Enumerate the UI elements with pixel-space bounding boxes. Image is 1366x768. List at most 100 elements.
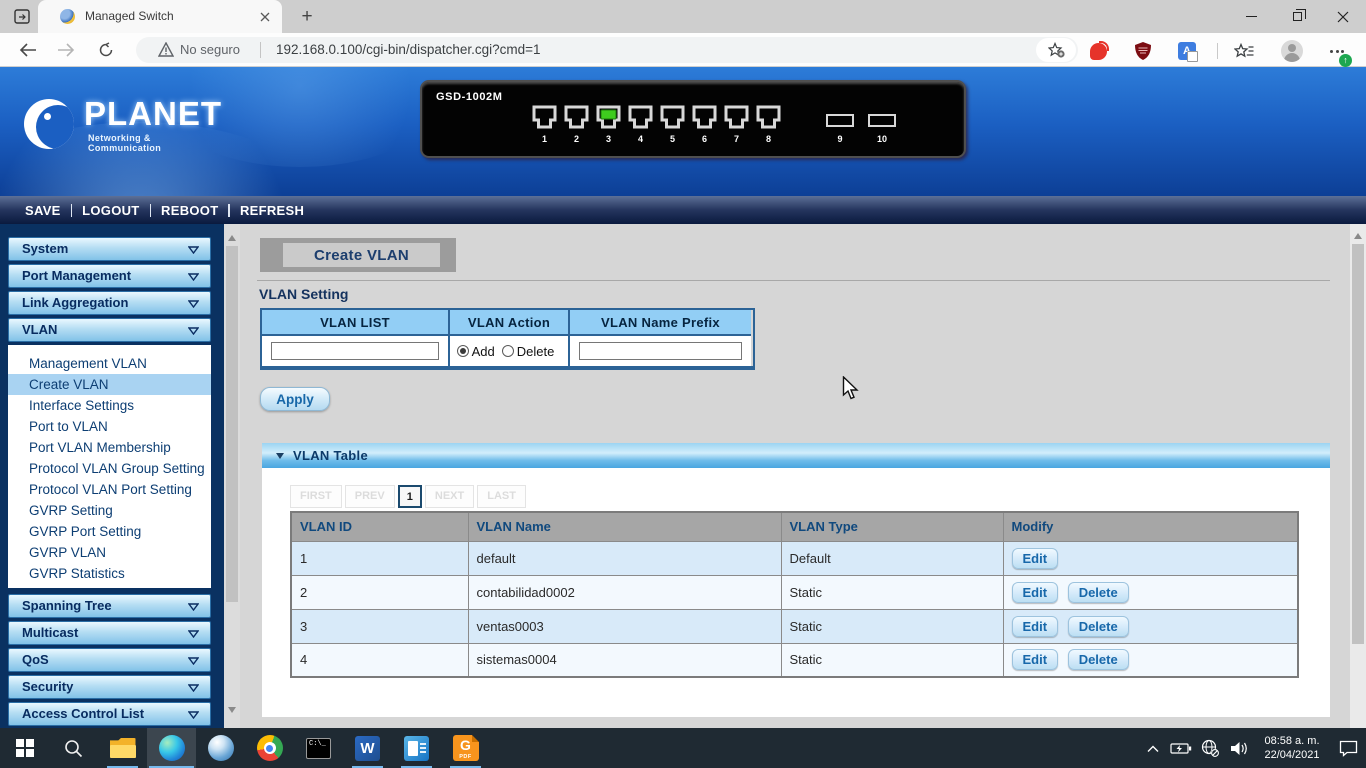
apply-button[interactable]: Apply — [260, 387, 330, 411]
edit-button[interactable]: Edit — [1012, 649, 1059, 670]
forward-button[interactable] — [53, 38, 79, 62]
ublock-extension-icon[interactable] — [1132, 40, 1154, 62]
delete-button[interactable]: Delete — [1068, 616, 1129, 637]
start-button[interactable] — [0, 728, 49, 768]
divider — [150, 204, 152, 217]
radio-delete[interactable] — [502, 345, 514, 357]
scrollbar-thumb[interactable] — [1352, 244, 1364, 644]
battery-status[interactable] — [1167, 728, 1196, 768]
sidebar-item-protocol-vlan-port-setting[interactable]: Protocol VLAN Port Setting — [8, 479, 211, 500]
chevron-down-icon — [188, 246, 199, 254]
sidebar-item-management-vlan[interactable]: Management VLAN — [8, 353, 211, 374]
table-header-row: VLAN ID VLAN Name VLAN Type Modify — [291, 512, 1298, 541]
sidebar-scrollbar[interactable] — [224, 224, 240, 728]
radio-add[interactable] — [457, 345, 469, 357]
sidebar-group-multicast[interactable]: Multicast — [8, 621, 211, 645]
sidebar-item-port-vlan-membership[interactable]: Port VLAN Membership — [8, 437, 211, 458]
delete-button[interactable]: Delete — [1068, 649, 1129, 670]
sidebar-item-interface-settings[interactable]: Interface Settings — [8, 395, 211, 416]
edit-button[interactable]: Edit — [1012, 616, 1059, 637]
network-status[interactable] — [1196, 728, 1225, 768]
translate-extension-icon[interactable]: A — [1176, 40, 1198, 62]
sidebar-item-protocol-vlan-group-setting[interactable]: Protocol VLAN Group Setting — [8, 458, 211, 479]
delete-button[interactable]: Delete — [1068, 582, 1129, 603]
taskbar-file-explorer[interactable] — [98, 728, 147, 768]
col-vlan-type: VLAN Type — [781, 512, 1003, 541]
page-1-button[interactable]: 1 — [398, 485, 422, 508]
col-modify: Modify — [1003, 512, 1298, 541]
taskbar-clock[interactable]: 08:58 a. m. 22/04/2021 — [1254, 734, 1330, 762]
tab-close-icon[interactable] — [257, 9, 273, 25]
sidebar-group-link-aggregation[interactable]: Link Aggregation — [8, 291, 211, 315]
taskbar-chrome[interactable] — [245, 728, 294, 768]
window-restore-button[interactable] — [1274, 0, 1320, 33]
vlan-list-input[interactable] — [271, 342, 438, 360]
window-close-button[interactable] — [1320, 0, 1366, 33]
radio-add-label[interactable]: Add — [472, 344, 495, 359]
sidebar-item-port-to-vlan[interactable]: Port to VLAN — [8, 416, 211, 437]
col-vlan-list: VLAN LIST — [262, 310, 450, 336]
page-first-button[interactable]: FIRST — [290, 485, 342, 508]
scroll-down-arrow[interactable] — [224, 702, 240, 718]
sidebar-group-access-control-list[interactable]: Access Control List — [8, 702, 211, 726]
save-link[interactable]: SAVE — [25, 203, 61, 218]
sidebar-group-system[interactable]: System — [8, 237, 211, 261]
taskbar-command-prompt[interactable]: C:\_ — [294, 728, 343, 768]
sidebar-group-port-management[interactable]: Port Management — [8, 264, 211, 288]
scroll-up-arrow[interactable] — [224, 230, 240, 246]
adblock-extension-icon[interactable] — [1087, 40, 1109, 62]
sidebar-item-gvrp-statistics[interactable]: GVRP Statistics — [8, 563, 211, 584]
back-button[interactable] — [15, 38, 41, 62]
scrollbar-thumb[interactable] — [226, 246, 238, 602]
taskbar-gpdf-app[interactable]: G PDF — [441, 728, 490, 768]
edit-button[interactable]: Edit — [1012, 582, 1059, 603]
browser-tab[interactable]: Managed Switch — [38, 0, 282, 33]
cell-modify: Edit Delete — [1003, 643, 1298, 677]
url-text[interactable]: 192.168.0.100/cgi-bin/dispatcher.cgi?cmd… — [276, 42, 541, 57]
page-next-button[interactable]: NEXT — [425, 485, 474, 508]
sidebar-group-spanning-tree[interactable]: Spanning Tree — [8, 594, 211, 618]
page-scrollbar[interactable] — [1350, 224, 1366, 728]
sidebar-group-security[interactable]: Security — [8, 675, 211, 699]
browser-menu-button[interactable]: ↑ — [1326, 40, 1348, 62]
sidebar-group-qos[interactable]: QoS — [8, 648, 211, 672]
tab-actions-button[interactable] — [10, 6, 34, 27]
volume-status[interactable] — [1225, 728, 1254, 768]
add-favorite-button[interactable] — [1036, 38, 1076, 62]
taskbar-document-app[interactable] — [392, 728, 441, 768]
favorites-button[interactable] — [1233, 40, 1255, 62]
security-label[interactable]: No seguro — [180, 42, 240, 57]
taskbar-edge[interactable] — [147, 728, 196, 768]
address-bar[interactable]: No seguro 192.168.0.100/cgi-bin/dispatch… — [136, 37, 1078, 63]
new-tab-button[interactable]: + — [294, 4, 320, 30]
search-button[interactable] — [49, 728, 98, 768]
system-tray: 08:58 a. m. 22/04/2021 — [1138, 728, 1366, 768]
page-prev-button[interactable]: PREV — [345, 485, 395, 508]
taskbar-word[interactable]: W — [343, 728, 392, 768]
refresh-link[interactable]: REFRESH — [240, 203, 304, 218]
sidebar-item-gvrp-setting[interactable]: GVRP Setting — [8, 500, 211, 521]
tray-expand-button[interactable] — [1138, 728, 1167, 768]
refresh-button[interactable] — [93, 38, 119, 62]
reboot-link[interactable]: REBOOT — [161, 203, 218, 218]
action-center-button[interactable] — [1330, 728, 1366, 768]
edit-button[interactable]: Edit — [1012, 548, 1059, 569]
chrome-icon — [257, 735, 283, 761]
sidebar-item-create-vlan[interactable]: Create VLAN — [8, 374, 211, 395]
profile-button[interactable] — [1281, 40, 1303, 62]
cell-vlan-name: sistemas0004 — [468, 643, 781, 677]
vlan-name-prefix-input[interactable] — [579, 342, 742, 360]
radio-delete-label[interactable]: Delete — [517, 344, 555, 359]
page-last-button[interactable]: LAST — [477, 485, 526, 508]
scroll-up-arrow[interactable] — [1350, 228, 1366, 244]
logout-link[interactable]: LOGOUT — [82, 203, 139, 218]
edge-icon — [159, 735, 185, 761]
sidebar-item-gvrp-vlan[interactable]: GVRP VLAN — [8, 542, 211, 563]
sidebar-item-gvrp-port-setting[interactable]: GVRP Port Setting — [8, 521, 211, 542]
window-minimize-button[interactable] — [1228, 0, 1274, 33]
taskbar-winbox-app[interactable] — [196, 728, 245, 768]
back-icon — [19, 43, 37, 57]
port-10-icon — [868, 114, 896, 127]
vlan-table-section-header[interactable]: VLAN Table — [262, 443, 1330, 468]
sidebar-group-vlan[interactable]: VLAN — [8, 318, 211, 342]
